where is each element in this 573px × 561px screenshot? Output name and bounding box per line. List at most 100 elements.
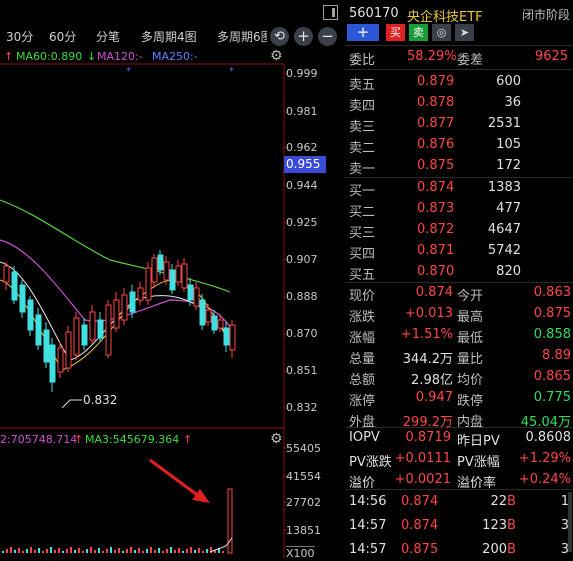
candle-body [175,265,182,283]
stat-value: 0.865 [533,369,571,384]
candle-body [145,267,152,301]
ask-row[interactable]: 卖三 0.877 2531 [345,114,573,135]
volume-bar [138,548,140,553]
volume-bar [86,549,88,553]
candle-body [163,261,170,281]
ask-row[interactable]: 卖五 0.879 600 [345,72,573,93]
volume-bar [6,549,8,553]
stat-row: 现价 0.874 今开 0.863 [345,283,573,304]
candle-body [19,284,26,313]
candle-body [205,309,212,323]
price-tick: 0.870 [286,327,318,340]
stat-row: 总额 2.98亿 均价 0.865 [345,367,573,388]
volume-bar [54,550,56,553]
bid-label: 买五 [349,268,376,283]
order-ratio-row: 委比 58.29% 委差 9625 [345,47,573,68]
tick-side: B [507,494,516,509]
ask-row[interactable]: 卖二 0.876 105 [345,135,573,156]
ask-volume: 2531 [487,116,521,131]
candle-body [151,257,158,283]
stat-value: 0.775 [533,390,571,405]
candle-body [105,304,112,356]
bid-volume: 477 [496,201,521,216]
low-annotation: 0.832 [83,393,118,407]
bid-price: 0.870 [417,264,455,279]
volume-tick: 13851 [286,524,321,537]
gear-icon[interactable]: ⚙ [270,431,283,447]
kline-chart-area[interactable]: 30分 60分 分笔 多周期4图 多周期6图 ⟲ + − ↑ MA60:0.89… [0,0,345,560]
ask-row[interactable]: 卖一 0.875 172 [345,156,573,177]
iopv-label: 昨日PV [457,434,500,449]
quote-panel: 560170 央企科技ETF 闭市阶段 + 买 卖 ◎ ➤ 委比 58.29% … [345,0,573,558]
candle-body [73,317,80,356]
candle-body [57,347,64,373]
candle-body [129,291,136,313]
candle-body [121,294,128,321]
add-watchlist-button[interactable]: + [347,24,379,41]
tick-scrollbar[interactable] [568,492,572,552]
alert-icon[interactable]: ◎ [432,24,451,41]
candle-body [157,254,164,271]
bid-label: 买二 [349,205,376,220]
candle-body [113,299,120,329]
stat-row: 涨跌 +0.013 最高 0.875 [345,304,573,325]
candle-body [169,269,176,291]
stat-label: 均价 [457,373,484,388]
volume-bar [190,547,192,553]
stat-value: 0.858 [533,327,571,342]
iopv-value: +0.24% [518,472,571,487]
stat-label: 现价 [349,289,376,304]
stat-label: 量比 [457,352,484,367]
price-tick: 0.981 [286,105,318,118]
volume-bar [26,549,28,553]
bid-price: 0.872 [417,222,455,237]
volume-bar [62,551,64,553]
tick-side: B [507,518,516,533]
sell-button[interactable]: 卖 [409,24,428,41]
ask-volume: 36 [504,95,521,110]
bid-row[interactable]: 买三 0.872 4647 [345,220,573,241]
volume-bar [134,550,136,553]
volume-bar [150,547,152,553]
ask-price: 0.877 [417,116,455,131]
stat-value: 2.98亿 [411,373,453,388]
volume-bar [206,549,208,553]
tick-volume: 22 [490,494,507,509]
volume-bar [162,551,164,553]
iopv-label: IOPV [349,430,380,445]
ask-label: 卖五 [349,78,376,93]
volume-bar [66,549,68,553]
volume-bar [202,551,204,553]
buy-button[interactable]: 买 [386,24,405,41]
ask-price: 0.879 [417,74,455,89]
tick-row: 14:56 0.874 22 B 1 [345,492,573,513]
volume-bar [194,550,196,553]
volume-bar [46,549,48,553]
bid-label: 买一 [349,184,376,199]
bid-price: 0.871 [417,243,455,258]
volume-bar [34,550,36,553]
diff-value: 9625 [535,49,569,64]
volume-bar [142,551,144,553]
candle-body [193,287,200,307]
bid-row[interactable]: 买四 0.871 5742 [345,241,573,262]
share-icon[interactable]: ➤ [455,24,474,41]
candle-body [43,329,50,363]
stat-label: 涨幅 [349,331,376,346]
candle-body [81,324,88,346]
bid-row[interactable]: 买一 0.874 1383 [345,178,573,199]
volume-bar [178,548,180,553]
iopv-value: +0.0021 [394,472,451,487]
ask-row[interactable]: 卖四 0.878 36 [345,93,573,114]
stat-value: 8.89 [542,348,571,363]
volume-bar [170,547,172,553]
bid-row[interactable]: 买二 0.873 477 [345,199,573,220]
iopv-value: 0.8719 [405,430,452,445]
tick-price: 0.874 [401,494,439,509]
current-price-marker: 0.955 [284,156,326,173]
candle-body [11,271,18,301]
volume-bar [166,549,168,553]
bid-row[interactable]: 买五 0.870 820 [345,262,573,283]
volume-bar [198,548,200,553]
volume-bar [74,550,76,553]
